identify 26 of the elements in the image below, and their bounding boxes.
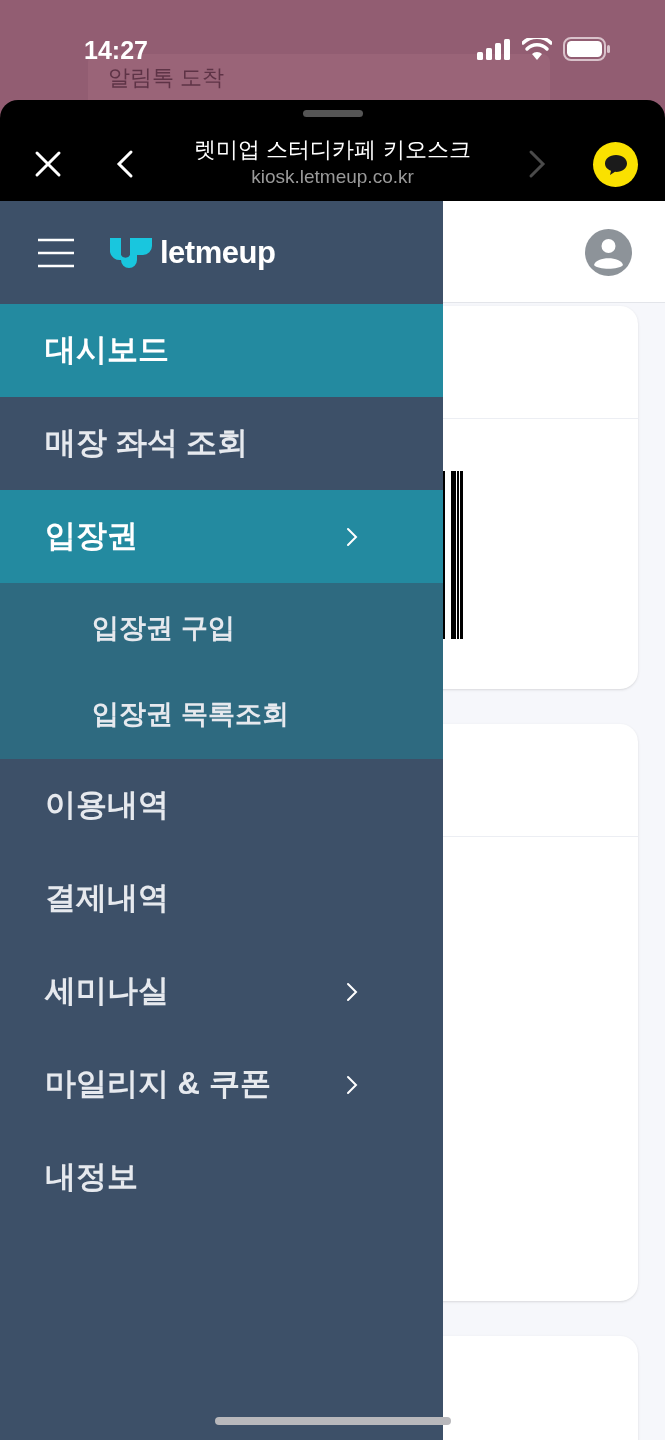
chevron-icon: [346, 1074, 358, 1095]
back-button[interactable]: [115, 149, 135, 179]
menu-icon: [37, 237, 75, 268]
close-button[interactable]: [34, 150, 62, 178]
submenu-item[interactable]: 입장권 구입: [0, 585, 443, 671]
page-url: kiosk.letmeup.co.kr: [251, 165, 414, 189]
menu-button[interactable]: [37, 237, 75, 268]
avatar-icon[interactable]: [585, 229, 632, 276]
menu-item[interactable]: 대시보드: [0, 304, 443, 397]
signal-icon: [477, 39, 511, 60]
battery-icon: [563, 37, 610, 61]
submenu-item[interactable]: 입장권 목록조회: [0, 671, 443, 757]
page-title: 렛미업 스터디카페 키오스크: [194, 136, 471, 164]
status-time: 14:27: [84, 35, 148, 66]
close-icon: [34, 150, 62, 178]
wifi-icon: [522, 38, 552, 60]
back-icon: [115, 149, 135, 179]
chevron-icon: [346, 526, 358, 547]
menu-item[interactable]: 입장권: [0, 490, 443, 583]
forward-icon: [527, 149, 547, 179]
notification-text: 알림톡 도착: [108, 63, 225, 92]
logo-icon: [110, 237, 152, 268]
speech-bubble-icon: [603, 153, 628, 176]
logo-text: letmeup: [160, 237, 276, 268]
chevron-icon: [346, 981, 358, 1002]
chat-button[interactable]: [593, 142, 638, 187]
